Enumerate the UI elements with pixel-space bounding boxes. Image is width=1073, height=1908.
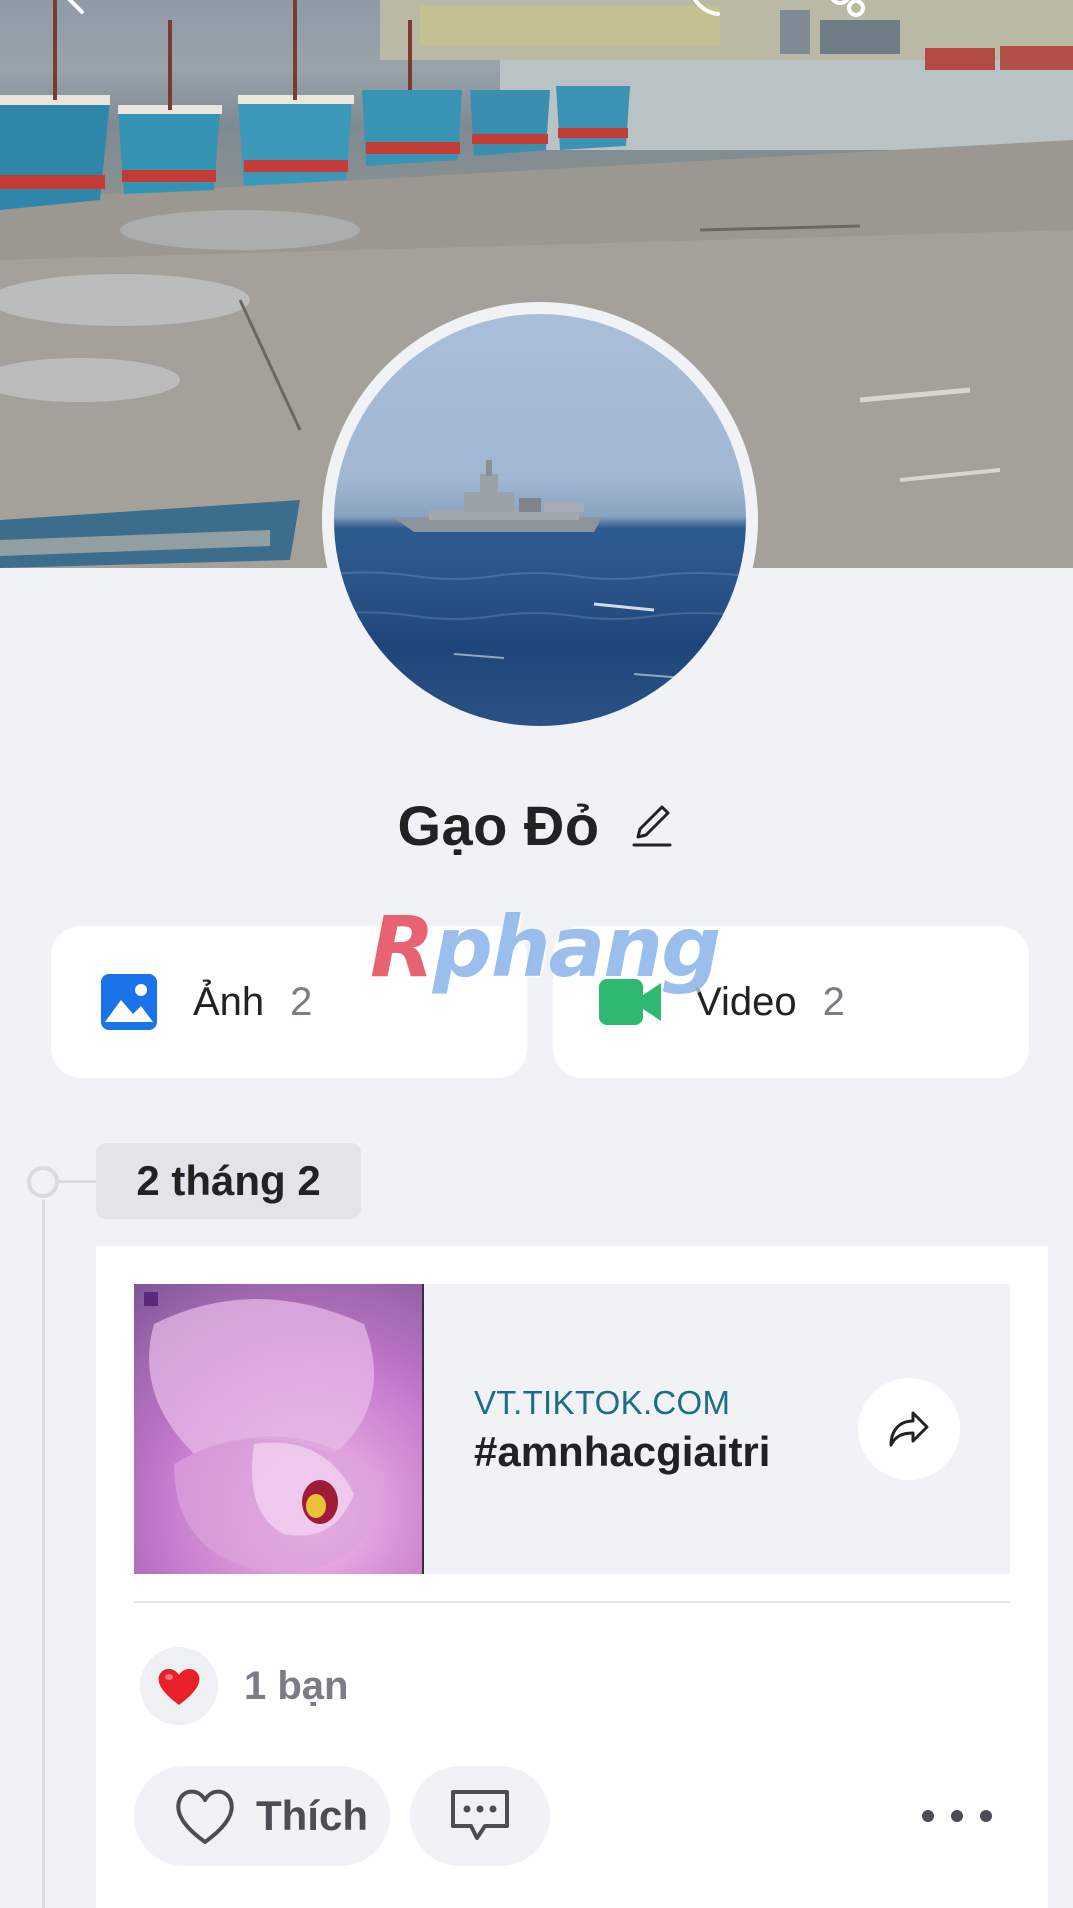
back-button[interactable]: [56, 0, 104, 26]
photos-card[interactable]: Ảnh 2: [51, 926, 527, 1078]
timeline-line: [42, 1200, 45, 1908]
timeline-connector: [59, 1180, 97, 1183]
divider: [134, 1601, 1010, 1603]
reaction-count: 1 bạn: [244, 1663, 349, 1708]
image-icon: [97, 970, 161, 1034]
chevron-left-icon: [67, 0, 84, 14]
link-preview[interactable]: VT.TIKTOK.COM #amnhacgiaitri: [134, 1284, 1010, 1574]
like-label: Thích: [256, 1792, 368, 1839]
more-dots-icon: [951, 1810, 963, 1822]
phone-icon: [693, 0, 720, 16]
comment-button[interactable]: [410, 1766, 550, 1866]
timeline-dot: [27, 1166, 59, 1198]
videos-card[interactable]: Video 2: [553, 926, 1029, 1078]
more-dots-icon: [922, 1810, 934, 1822]
more-dots-icon: [980, 1810, 992, 1822]
link-thumbnail: [134, 1284, 424, 1574]
pencil-icon: [632, 805, 672, 847]
comment-icon: [451, 1790, 509, 1840]
avatar[interactable]: [322, 302, 758, 738]
link-domain: VT.TIKTOK.COM: [474, 1384, 731, 1421]
photos-count: 2: [290, 979, 313, 1024]
reaction-summary[interactable]: 1 bạn: [140, 1646, 348, 1726]
heart-reaction: [140, 1647, 218, 1725]
heart-icon: [158, 1668, 200, 1705]
profile-settings-button[interactable]: [822, 0, 870, 26]
share-arrow-icon: [889, 1411, 929, 1447]
videos-count: 2: [822, 979, 845, 1024]
profile-name-row: Gạo Đỏ: [0, 790, 1073, 860]
videos-label: Video: [695, 979, 797, 1024]
photos-label: Ảnh: [193, 979, 265, 1024]
date-chip: 2 tháng 2: [96, 1143, 361, 1219]
heart-outline-icon: [176, 1789, 234, 1844]
link-title: #amnhacgiaitri: [474, 1428, 771, 1475]
user-settings-icon: [830, 0, 865, 17]
avatar-image: [334, 314, 746, 726]
more-options-button[interactable]: [922, 1791, 992, 1841]
edit-name-button[interactable]: [628, 801, 676, 849]
video-camera-icon: [599, 970, 663, 1034]
post-card: VT.TIKTOK.COM #amnhacgiaitri 1 bạn Thích: [96, 1246, 1048, 1908]
like-button[interactable]: Thích: [134, 1766, 390, 1866]
share-button[interactable]: [858, 1378, 960, 1480]
call-button[interactable]: [682, 0, 730, 26]
profile-name: Gạo Đỏ: [397, 793, 600, 857]
